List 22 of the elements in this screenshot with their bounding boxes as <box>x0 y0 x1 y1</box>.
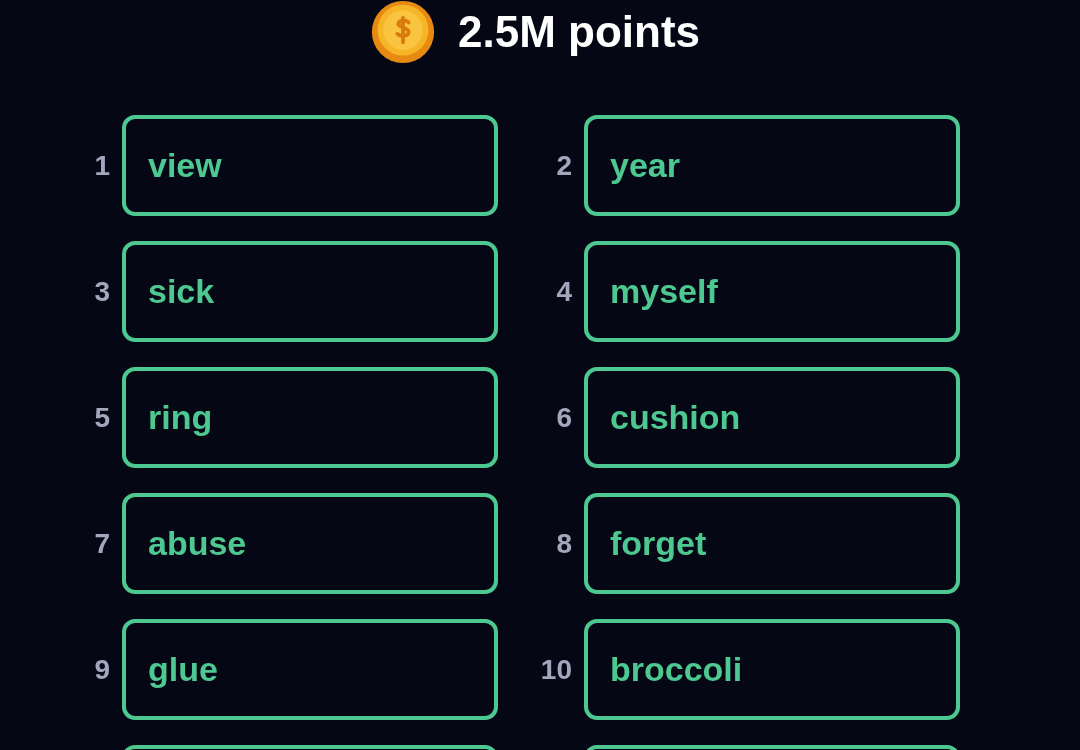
word-text: year <box>610 146 680 185</box>
word-text: forget <box>610 524 707 563</box>
word-text: myself <box>610 272 718 311</box>
word-text: ring <box>148 398 213 437</box>
word-text: sick <box>148 272 215 311</box>
word-number: 3 <box>93 275 110 308</box>
word-number: 1 <box>93 149 110 182</box>
points-total: 2.5M points <box>458 10 700 54</box>
word-text: glue <box>148 650 218 689</box>
coin-icon <box>370 0 436 65</box>
word-number: 9 <box>93 653 110 686</box>
word-number: 6 <box>555 401 572 434</box>
word-text: view <box>148 146 222 185</box>
word-number: 5 <box>93 401 110 434</box>
word-number: 10 <box>539 653 572 686</box>
word-number: 7 <box>93 527 110 560</box>
word-text: cushion <box>610 398 741 437</box>
word-text: abuse <box>148 524 247 563</box>
word-number: 8 <box>555 527 572 560</box>
word-text: broccoli <box>610 650 743 689</box>
word-number: 4 <box>555 275 572 308</box>
word-number: 2 <box>555 149 572 182</box>
